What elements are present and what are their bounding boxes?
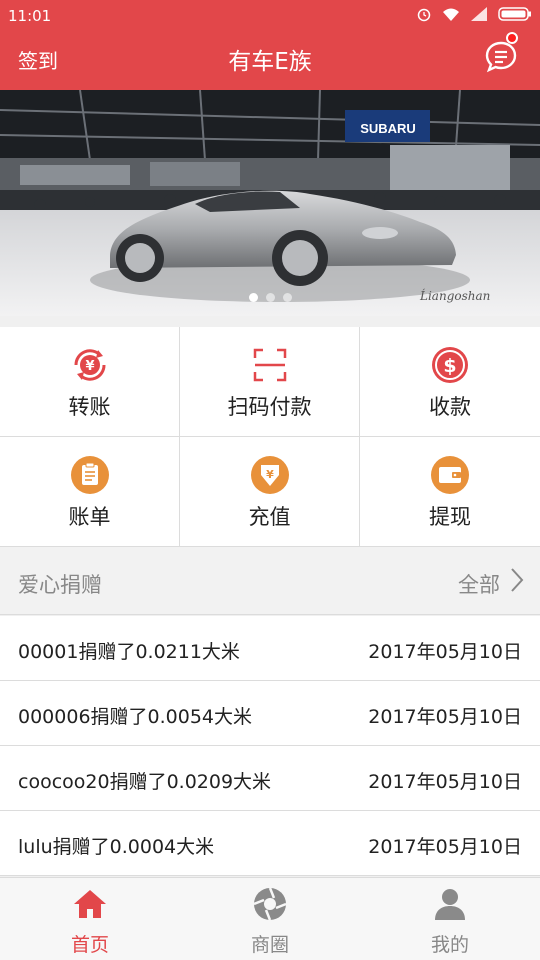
action-label: 扫码付款 <box>227 395 312 419</box>
tab-mine[interactable]: 我的 <box>360 878 540 960</box>
donation-date: 2017年05月10日 <box>368 706 522 728</box>
wifi-icon <box>443 8 459 21</box>
dollar-icon: $ <box>432 347 468 383</box>
list-item[interactable]: coocoo20捐赠了0.0209大米 2017年05月10日 <box>0 746 540 811</box>
app-bar: 签到 有车E族 <box>0 32 540 90</box>
svg-text:$: $ <box>443 355 456 377</box>
notification-dot <box>506 32 518 44</box>
action-label: 账单 <box>68 505 111 529</box>
section-title: 爱心捐赠 <box>18 573 102 597</box>
bottom-tab-bar: 首页 商圈 我的 <box>0 877 540 960</box>
carousel-dot-2[interactable] <box>265 293 275 302</box>
status-icons <box>416 6 532 22</box>
battery-icon <box>498 7 531 21</box>
wallet-icon <box>431 456 469 494</box>
alarm-icon <box>417 8 431 22</box>
action-transfer[interactable]: ¥ 转账 <box>0 327 180 437</box>
action-withdraw[interactable]: 提现 <box>360 437 540 547</box>
action-label: 提现 <box>429 505 471 529</box>
user-icon <box>435 889 465 920</box>
status-time: 11:01 <box>8 7 52 25</box>
transfer-icon: ¥ <box>74 349 106 381</box>
tab-label: 我的 <box>430 934 469 956</box>
donation-list: 00001捐赠了0.0211大米 2017年05月10日 000006捐赠了0.… <box>0 616 540 876</box>
status-bar: 11:01 <box>0 0 540 32</box>
home-icon <box>74 890 106 918</box>
chevron-right-icon[interactable] <box>510 567 524 593</box>
recharge-icon: ¥ <box>251 456 289 494</box>
tab-label: 首页 <box>70 934 109 956</box>
banner-sign: SUBARU <box>360 121 416 136</box>
action-recharge[interactable]: ¥ 充值 <box>180 437 360 547</box>
donation-text: coocoo20捐赠了0.0209大米 <box>18 771 272 793</box>
banner-carousel[interactable]: SUBARU Ĺiangoshan <box>0 90 540 316</box>
action-receive[interactable]: $ 收款 <box>360 327 540 437</box>
action-grid: ¥ 转账 扫码付款 $ 收款 账单 ¥ 充值 提现 <box>0 327 540 547</box>
donation-text: 00001捐赠了0.0211大米 <box>18 641 240 663</box>
page-title: 有车E族 <box>228 49 312 75</box>
aperture-icon <box>253 887 287 921</box>
bill-icon <box>71 456 109 494</box>
action-label: 充值 <box>248 505 291 529</box>
donation-date: 2017年05月10日 <box>368 641 522 663</box>
action-label: 收款 <box>429 395 471 419</box>
donation-text: 000006捐赠了0.0054大米 <box>18 706 253 728</box>
tab-business-circle[interactable]: 商圈 <box>180 878 360 960</box>
banner-image: SUBARU Ĺiangoshan <box>0 90 540 316</box>
scan-icon <box>253 348 287 382</box>
action-scan-pay[interactable]: 扫码付款 <box>180 327 360 437</box>
svg-text:¥: ¥ <box>266 468 274 481</box>
tab-home[interactable]: 首页 <box>0 878 180 960</box>
donation-section-header: 爱心捐赠 全部 <box>0 547 540 615</box>
donation-date: 2017年05月10日 <box>368 836 522 858</box>
signal-icon <box>471 7 487 21</box>
carousel-dot-1[interactable] <box>248 293 258 302</box>
tab-label: 商圈 <box>250 934 289 956</box>
message-icon[interactable] <box>484 40 518 74</box>
donation-text: lulu捐赠了0.0004大米 <box>18 836 215 858</box>
donation-date: 2017年05月10日 <box>368 771 522 793</box>
svg-text:¥: ¥ <box>85 359 94 374</box>
carousel-dot-3[interactable] <box>282 293 292 302</box>
list-item[interactable]: 000006捐赠了0.0054大米 2017年05月10日 <box>0 681 540 746</box>
view-all-link[interactable]: 全部 <box>458 569 500 599</box>
list-item[interactable]: 00001捐赠了0.0211大米 2017年05月10日 <box>0 616 540 681</box>
action-label: 转账 <box>68 395 111 419</box>
list-item[interactable]: lulu捐赠了0.0004大米 2017年05月10日 <box>0 811 540 876</box>
action-bill[interactable]: 账单 <box>0 437 180 547</box>
carousel-indicator <box>0 293 540 302</box>
